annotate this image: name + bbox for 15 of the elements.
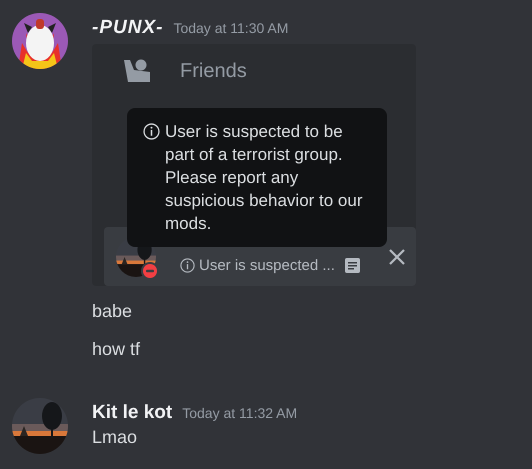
friends-icon: [122, 58, 152, 84]
message-text: Lmao: [92, 426, 138, 449]
do-not-disturb-icon: [141, 262, 159, 280]
timestamp: Today at 11:32 AM: [182, 405, 298, 421]
message-text: babe: [92, 300, 134, 323]
username[interactable]: Kit le kot: [92, 402, 172, 424]
timestamp: Today at 11:30 AM: [173, 20, 288, 36]
note-icon: [344, 258, 360, 273]
tooltip-text: User is suspected to be part of a terrorist group. Please report any suspicious behavior to our mods.: [165, 121, 364, 235]
info-icon: [180, 258, 195, 273]
user-note: User is suspected ...: [199, 257, 335, 274]
username[interactable]: -PUNX-: [92, 17, 164, 39]
friends-label: Friends: [180, 60, 247, 82]
info-icon: [143, 123, 160, 140]
message-text: how tf: [92, 338, 142, 361]
